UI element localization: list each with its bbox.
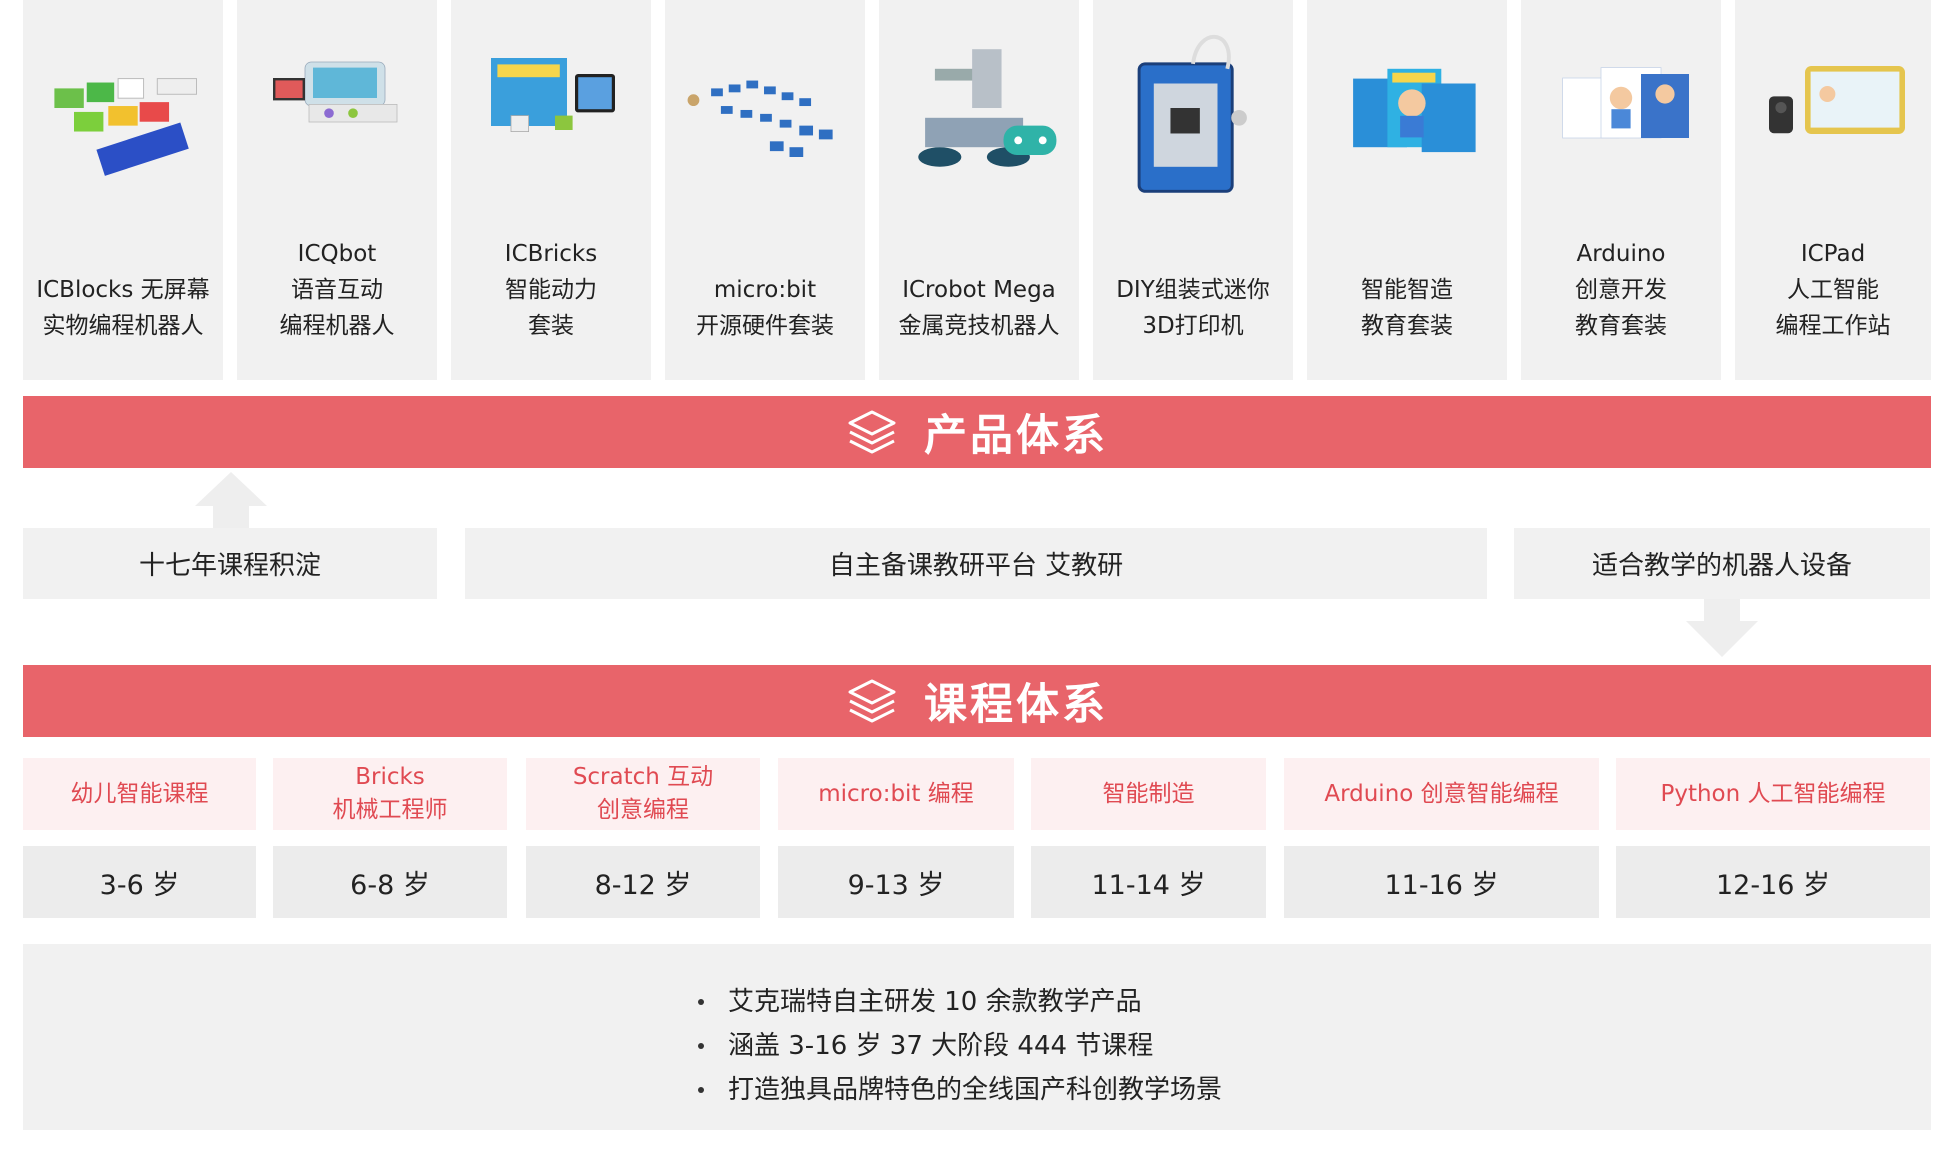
product-image-icblocks <box>54 78 197 176</box>
product-name: ICBricks 智能动力 套装 <box>504 241 598 339</box>
product-card-icblocks[interactable]: ICBlocks 无屏幕 实物编程机器人 <box>23 0 223 380</box>
product-image-microbit <box>687 80 833 157</box>
product-card-icbricks[interactable]: ICBricks 智能动力 套装 <box>451 0 651 380</box>
banner-title: 产品体系 <box>924 411 1108 461</box>
age-range: 6-8 岁 <box>273 846 507 918</box>
product-image-smart-manufacturing <box>1353 68 1476 153</box>
age-range: 12-16 岁 <box>1616 846 1930 918</box>
product-name: ICPad 人工智能 编程工作站 <box>1775 241 1891 339</box>
foundation-course-history: 十七年课程积淀 <box>23 528 437 599</box>
course-scratch[interactable]: Scratch 互动 创意编程 <box>526 758 760 830</box>
banner-title: 课程体系 <box>924 680 1108 730</box>
product-image-arduino <box>1562 67 1689 139</box>
arrow-down-icon <box>1686 599 1758 657</box>
product-image-icqbot <box>273 61 398 123</box>
product-system-banner: 产品体系 <box>23 396 1931 468</box>
product-card-arduino[interactable]: Arduino 创意开发 教育套装 <box>1521 0 1721 380</box>
product-name: Arduino 创意开发 教育套装 <box>1575 241 1667 339</box>
foundation-robot-devices: 适合教学的机器人设备 <box>1514 528 1930 599</box>
product-card-icrobot-mega[interactable]: ICrobot Mega 金属竞技机器人 <box>879 0 1079 380</box>
product-name: ICBlocks 无屏幕 实物编程机器人 <box>36 277 210 339</box>
age-range: 3-6 岁 <box>23 846 256 918</box>
age-range: 9-13 岁 <box>778 846 1014 918</box>
course-microbit[interactable]: micro:bit 编程 <box>778 758 1014 830</box>
summary-item: 涵盖 3-16 岁 37 大阶段 444 节课程 <box>698 1024 1222 1068</box>
foundation-research-platform: 自主备课教研平台 艾教研 <box>465 528 1487 599</box>
course-python[interactable]: Python 人工智能编程 <box>1616 758 1930 830</box>
course-system-banner: 课程体系 <box>23 665 1931 737</box>
layers-icon <box>848 679 896 723</box>
product-card-smart-manufacturing[interactable]: 智能智造 教育套装 <box>1307 0 1507 380</box>
course-bricks[interactable]: Bricks 机械工程师 <box>273 758 507 830</box>
summary-list: 艾克瑞特自主研发 10 余款教学产品 涵盖 3-16 岁 37 大阶段 444 … <box>698 980 1222 1112</box>
product-card-icpad[interactable]: ICPad 人工智能 编程工作站 <box>1735 0 1931 380</box>
product-name: ICQbot 语音互动 编程机器人 <box>279 241 395 339</box>
course-smart-manufacturing[interactable]: 智能制造 <box>1031 758 1266 830</box>
product-card-3d-printer[interactable]: DIY组装式迷你 3D打印机 <box>1093 0 1293 380</box>
age-range: 11-14 岁 <box>1031 846 1266 918</box>
layers-icon <box>848 410 896 454</box>
product-image-icpad <box>1769 66 1905 134</box>
product-name: micro:bit 开源硬件套装 <box>696 277 834 339</box>
product-card-microbit[interactable]: micro:bit 开源硬件套装 <box>665 0 865 380</box>
product-image-icbricks <box>491 58 615 132</box>
arrow-up-icon <box>195 472 267 528</box>
course-arduino[interactable]: Arduino 创意智能编程 <box>1284 758 1599 830</box>
summary-item: 打造独具品牌特色的全线国产科创教学场景 <box>698 1068 1222 1112</box>
summary-item: 艾克瑞特自主研发 10 余款教学产品 <box>698 980 1222 1024</box>
product-card-icqbot[interactable]: ICQbot 语音互动 编程机器人 <box>237 0 437 380</box>
page: ICBlocks 无屏幕 实物编程机器人 ICQbot 语音互动 编程机器人 I… <box>0 0 1938 1155</box>
age-range: 8-12 岁 <box>526 846 760 918</box>
product-image-icrobot-mega <box>918 49 1057 167</box>
product-name: DIY组装式迷你 3D打印机 <box>1116 277 1270 339</box>
product-name: ICrobot Mega 金属竞技机器人 <box>898 277 1060 339</box>
product-row: ICBlocks 无屏幕 实物编程机器人 ICQbot 语音互动 编程机器人 I… <box>23 0 1938 380</box>
product-name: 智能智造 教育套装 <box>1361 277 1453 339</box>
product-image-3d-printer <box>1137 34 1247 193</box>
age-range: 11-16 岁 <box>1284 846 1599 918</box>
summary-box: 艾克瑞特自主研发 10 余款教学产品 涵盖 3-16 岁 37 大阶段 444 … <box>23 944 1931 1130</box>
course-preschool[interactable]: 幼儿智能课程 <box>23 758 256 830</box>
